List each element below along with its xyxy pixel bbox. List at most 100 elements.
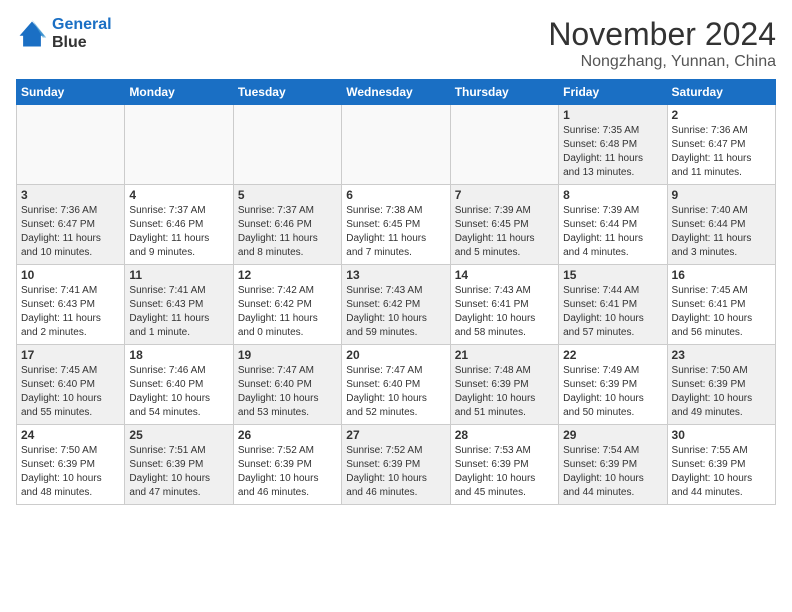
day-number: 22 bbox=[563, 348, 662, 362]
day-cell: 2Sunrise: 7:36 AM Sunset: 6:47 PM Daylig… bbox=[667, 105, 775, 185]
day-cell: 30 Sunrise: 7:55 AM Sunset: 6:39 PM Dayli… bbox=[667, 425, 775, 505]
day-cell: 12 Sunrise: 7:42 AM Sunset: 6:42 PM Dayli… bbox=[233, 265, 341, 345]
day-number: 3 bbox=[21, 188, 120, 202]
day-number: 1 bbox=[563, 108, 662, 122]
week-row-2: 3 Sunrise: 7:36 AM Sunset: 6:47 PM Daylig… bbox=[17, 185, 776, 265]
day-info: Sunrise: 7:39 AM Sunset: 6:45 PM Dayligh… bbox=[455, 204, 554, 260]
day-cell: 26 Sunrise: 7:52 AM Sunset: 6:39 PM Dayli… bbox=[233, 425, 341, 505]
col-header-saturday: Saturday bbox=[667, 80, 775, 105]
day-cell: 18 Sunrise: 7:46 AM Sunset: 6:40 PM Dayli… bbox=[125, 345, 233, 425]
day-info: Sunrise: 7:55 AM Sunset: 6:39 PM Dayligh… bbox=[672, 444, 771, 500]
calendar-table: SundayMondayTuesdayWednesdayThursdayFrid… bbox=[16, 79, 776, 505]
day-info: Sunrise: 7:48 AM Sunset: 6:39 PM Dayligh… bbox=[455, 364, 554, 420]
col-header-monday: Monday bbox=[125, 80, 233, 105]
day-number: 8 bbox=[563, 188, 662, 202]
day-cell: 5 Sunrise: 7:37 AM Sunset: 6:46 PM Daylig… bbox=[233, 185, 341, 265]
day-info: Sunrise: 7:41 AM Sunset: 6:43 PM Dayligh… bbox=[129, 284, 228, 340]
week-row-1: 1Sunrise: 7:35 AM Sunset: 6:48 PM Daylig… bbox=[17, 105, 776, 185]
day-number: 9 bbox=[672, 188, 771, 202]
day-number: 6 bbox=[346, 188, 445, 202]
day-number: 19 bbox=[238, 348, 337, 362]
day-cell: 17Sunrise: 7:45 AM Sunset: 6:40 PM Dayli… bbox=[17, 345, 125, 425]
day-cell: 28 Sunrise: 7:53 AM Sunset: 6:39 PM Dayli… bbox=[450, 425, 558, 505]
day-cell bbox=[450, 105, 558, 185]
day-info: Sunrise: 7:47 AM Sunset: 6:40 PM Dayligh… bbox=[238, 364, 337, 420]
day-number: 25 bbox=[129, 428, 228, 442]
day-cell bbox=[233, 105, 341, 185]
day-info: Sunrise: 7:45 AM Sunset: 6:41 PM Dayligh… bbox=[672, 284, 771, 340]
location: Nongzhang, Yunnan, China bbox=[548, 53, 776, 71]
day-info: Sunrise: 7:54 AM Sunset: 6:39 PM Dayligh… bbox=[563, 444, 662, 500]
week-row-4: 17Sunrise: 7:45 AM Sunset: 6:40 PM Dayli… bbox=[17, 345, 776, 425]
day-number: 10 bbox=[21, 268, 120, 282]
week-row-3: 10 Sunrise: 7:41 AM Sunset: 6:43 PM Dayli… bbox=[17, 265, 776, 345]
day-info: Sunrise: 7:50 AM Sunset: 6:39 PM Dayligh… bbox=[21, 444, 120, 500]
page-header: General Blue November 2024 Nongzhang, Yu… bbox=[16, 16, 776, 71]
day-cell: 8 Sunrise: 7:39 AM Sunset: 6:44 PM Daylig… bbox=[559, 185, 667, 265]
day-info: Sunrise: 7:52 AM Sunset: 6:39 PM Dayligh… bbox=[346, 444, 445, 500]
day-cell: 23 Sunrise: 7:50 AM Sunset: 6:39 PM Dayli… bbox=[667, 345, 775, 425]
day-number: 26 bbox=[238, 428, 337, 442]
day-number: 24 bbox=[21, 428, 120, 442]
col-header-wednesday: Wednesday bbox=[342, 80, 450, 105]
day-cell: 4 Sunrise: 7:37 AM Sunset: 6:46 PM Daylig… bbox=[125, 185, 233, 265]
logo-text: General Blue bbox=[52, 16, 112, 52]
week-row-5: 24 Sunrise: 7:50 AM Sunset: 6:39 PM Dayli… bbox=[17, 425, 776, 505]
header-row: SundayMondayTuesdayWednesdayThursdayFrid… bbox=[17, 80, 776, 105]
logo: General Blue bbox=[16, 16, 112, 52]
col-header-sunday: Sunday bbox=[17, 80, 125, 105]
day-info: Sunrise: 7:41 AM Sunset: 6:43 PM Dayligh… bbox=[21, 284, 120, 340]
day-number: 7 bbox=[455, 188, 554, 202]
day-number: 29 bbox=[563, 428, 662, 442]
day-number: 30 bbox=[672, 428, 771, 442]
day-cell: 20 Sunrise: 7:47 AM Sunset: 6:40 PM Dayli… bbox=[342, 345, 450, 425]
day-cell: 25 Sunrise: 7:51 AM Sunset: 6:39 PM Dayli… bbox=[125, 425, 233, 505]
day-info: Sunrise: 7:51 AM Sunset: 6:39 PM Dayligh… bbox=[129, 444, 228, 500]
day-info: Sunrise: 7:36 AM Sunset: 6:47 PM Dayligh… bbox=[21, 204, 120, 260]
day-cell: 10 Sunrise: 7:41 AM Sunset: 6:43 PM Dayli… bbox=[17, 265, 125, 345]
day-info: Sunrise: 7:44 AM Sunset: 6:41 PM Dayligh… bbox=[563, 284, 662, 340]
day-cell: 19 Sunrise: 7:47 AM Sunset: 6:40 PM Dayli… bbox=[233, 345, 341, 425]
day-info: Sunrise: 7:50 AM Sunset: 6:39 PM Dayligh… bbox=[672, 364, 771, 420]
day-info: Sunrise: 7:52 AM Sunset: 6:39 PM Dayligh… bbox=[238, 444, 337, 500]
day-info: Sunrise: 7:53 AM Sunset: 6:39 PM Dayligh… bbox=[455, 444, 554, 500]
day-number: 5 bbox=[238, 188, 337, 202]
day-number: 17 bbox=[21, 348, 120, 362]
day-cell: 9 Sunrise: 7:40 AM Sunset: 6:44 PM Daylig… bbox=[667, 185, 775, 265]
day-cell: 1Sunrise: 7:35 AM Sunset: 6:48 PM Daylig… bbox=[559, 105, 667, 185]
col-header-tuesday: Tuesday bbox=[233, 80, 341, 105]
day-info: Sunrise: 7:37 AM Sunset: 6:46 PM Dayligh… bbox=[129, 204, 228, 260]
day-number: 27 bbox=[346, 428, 445, 442]
day-cell: 16Sunrise: 7:45 AM Sunset: 6:41 PM Dayli… bbox=[667, 265, 775, 345]
day-info: Sunrise: 7:37 AM Sunset: 6:46 PM Dayligh… bbox=[238, 204, 337, 260]
day-cell bbox=[342, 105, 450, 185]
day-cell: 22 Sunrise: 7:49 AM Sunset: 6:39 PM Dayli… bbox=[559, 345, 667, 425]
title-block: November 2024 Nongzhang, Yunnan, China bbox=[548, 16, 776, 71]
day-number: 11 bbox=[129, 268, 228, 282]
day-info: Sunrise: 7:42 AM Sunset: 6:42 PM Dayligh… bbox=[238, 284, 337, 340]
col-header-friday: Friday bbox=[559, 80, 667, 105]
day-number: 2 bbox=[672, 108, 771, 122]
day-number: 18 bbox=[129, 348, 228, 362]
day-info: Sunrise: 7:43 AM Sunset: 6:41 PM Dayligh… bbox=[455, 284, 554, 340]
day-number: 13 bbox=[346, 268, 445, 282]
day-cell: 13Sunrise: 7:43 AM Sunset: 6:42 PM Dayli… bbox=[342, 265, 450, 345]
day-cell: 11 Sunrise: 7:41 AM Sunset: 6:43 PM Dayli… bbox=[125, 265, 233, 345]
day-number: 21 bbox=[455, 348, 554, 362]
day-info: Sunrise: 7:40 AM Sunset: 6:44 PM Dayligh… bbox=[672, 204, 771, 260]
day-info: Sunrise: 7:46 AM Sunset: 6:40 PM Dayligh… bbox=[129, 364, 228, 420]
day-cell: 6Sunrise: 7:38 AM Sunset: 6:45 PM Daylig… bbox=[342, 185, 450, 265]
col-header-thursday: Thursday bbox=[450, 80, 558, 105]
day-number: 12 bbox=[238, 268, 337, 282]
day-number: 14 bbox=[455, 268, 554, 282]
day-info: Sunrise: 7:47 AM Sunset: 6:40 PM Dayligh… bbox=[346, 364, 445, 420]
day-cell: 3 Sunrise: 7:36 AM Sunset: 6:47 PM Daylig… bbox=[17, 185, 125, 265]
day-number: 23 bbox=[672, 348, 771, 362]
day-number: 20 bbox=[346, 348, 445, 362]
day-number: 4 bbox=[129, 188, 228, 202]
day-cell bbox=[125, 105, 233, 185]
day-number: 28 bbox=[455, 428, 554, 442]
day-info: Sunrise: 7:39 AM Sunset: 6:44 PM Dayligh… bbox=[563, 204, 662, 260]
day-number: 15 bbox=[563, 268, 662, 282]
day-info: Sunrise: 7:49 AM Sunset: 6:39 PM Dayligh… bbox=[563, 364, 662, 420]
